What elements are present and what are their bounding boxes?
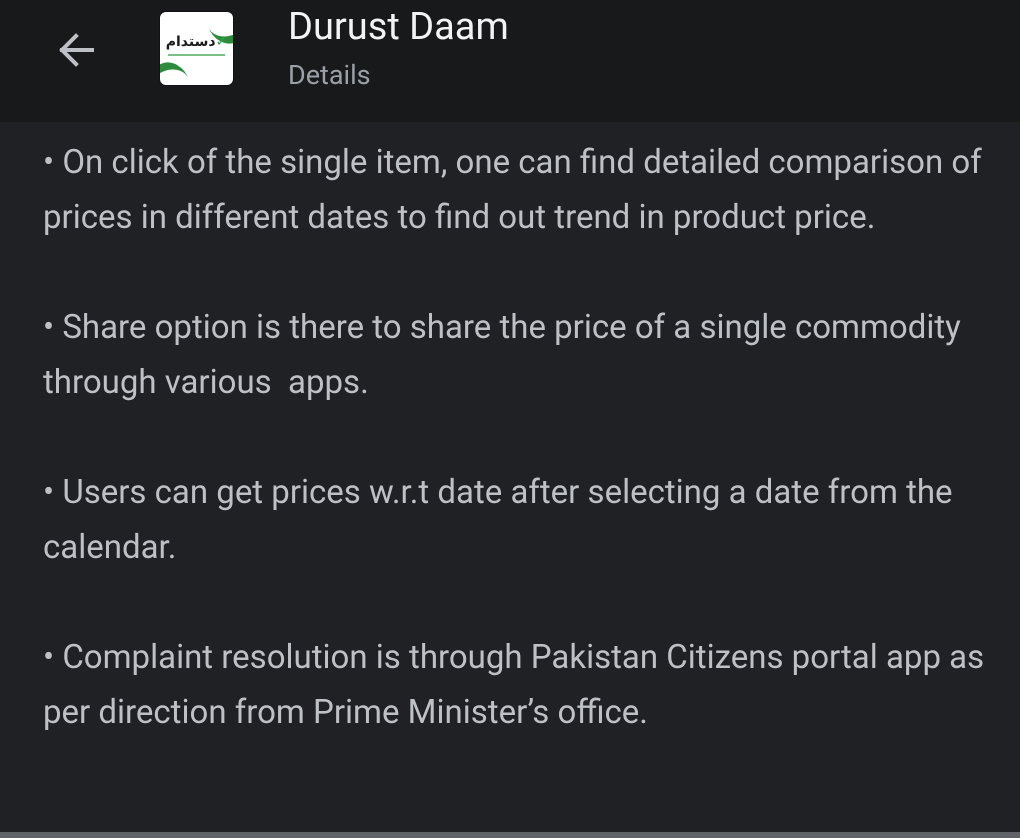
check-icon: ✓ bbox=[215, 34, 228, 50]
detail-paragraph: • On click of the single item, one can f… bbox=[43, 143, 990, 237]
detail-paragraph: • Users can get prices w.r.t date after … bbox=[43, 473, 961, 567]
app-icon: دستدام✓ bbox=[160, 12, 233, 85]
page-subtitle: Details bbox=[288, 59, 371, 91]
details-content: • On click of the single item, one can f… bbox=[43, 136, 993, 796]
app-title: Durust Daam bbox=[288, 5, 509, 49]
app-logo: دستدام✓ bbox=[165, 34, 228, 50]
detail-paragraph: • Share option is there to share the pri… bbox=[43, 308, 969, 402]
detail-paragraph: • Complaint resolution is through Pakist… bbox=[43, 638, 993, 732]
bottom-divider bbox=[0, 832, 1020, 838]
back-button[interactable] bbox=[46, 22, 106, 78]
top-app-bar: دستدام✓ Durust Daam Details bbox=[0, 0, 1020, 122]
arrow-back-icon bbox=[59, 33, 94, 67]
